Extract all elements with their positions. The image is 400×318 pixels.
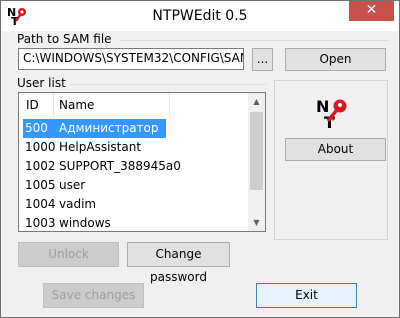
exit-button[interactable]: Exit	[256, 283, 357, 308]
user-name: SUPPORT_388945a0	[59, 159, 181, 173]
column-header-id[interactable]: ID	[26, 98, 39, 112]
user-id: 1005	[25, 178, 56, 192]
user-name: user	[59, 178, 86, 192]
close-button[interactable]: ✕	[349, 1, 394, 21]
user-name: vadim	[59, 197, 97, 211]
app-window: N T NTPWEdit 0.5 ✕ Path to SAM file C:\W…	[0, 0, 400, 318]
user-id: 1002	[25, 159, 56, 173]
user-name: windows	[59, 216, 111, 230]
save-changes-button[interactable]: Save changes	[43, 283, 144, 308]
open-button[interactable]: Open	[285, 48, 386, 71]
user-id: 1000	[25, 140, 56, 154]
list-item[interactable]: 1005 user	[19, 176, 249, 195]
sam-group-divider	[119, 40, 389, 41]
browse-button[interactable]: ...	[252, 48, 273, 71]
user-name: HelpAssistant	[59, 140, 142, 154]
window-title: NTPWEdit 0.5	[152, 8, 248, 24]
close-icon: ✕	[365, 2, 378, 18]
about-button[interactable]: About	[285, 138, 386, 161]
column-separator[interactable]	[169, 93, 170, 117]
user-name: Администратор	[59, 121, 159, 135]
scroll-down-icon[interactable]: ▼	[248, 214, 265, 231]
list-item[interactable]: 500 Администратор	[19, 119, 249, 138]
list-item[interactable]: 1003 windows	[19, 214, 249, 231]
unlock-button[interactable]: Unlock	[18, 242, 119, 267]
scrollbar-thumb[interactable]	[250, 112, 263, 190]
sam-path-input[interactable]: C:\WINDOWS\SYSTEM32\CONFIG\SAM	[18, 48, 244, 70]
user-list[interactable]: ID Name 500 Администратор 1000 HelpAssis…	[18, 92, 266, 232]
change-password-button[interactable]: Change password	[127, 242, 230, 284]
list-header: ID Name	[19, 93, 249, 117]
user-list-label: User list	[17, 76, 66, 90]
sam-path-label: Path to SAM file	[17, 32, 112, 46]
scroll-up-icon[interactable]: ▲	[248, 93, 265, 110]
list-item[interactable]: 1000 HelpAssistant	[19, 138, 249, 157]
ntpwedit-key-logo-icon: N T	[316, 97, 347, 129]
column-header-name[interactable]: Name	[59, 98, 94, 112]
vertical-scrollbar[interactable]: ▲ ▼	[248, 93, 265, 231]
list-item[interactable]: 1002 SUPPORT_388945a0	[19, 157, 249, 176]
list-item[interactable]: 1004 vadim	[19, 195, 249, 214]
column-separator[interactable]	[53, 93, 54, 117]
user-list-divider	[71, 84, 267, 85]
user-id: 1003	[25, 216, 56, 230]
user-id: 500	[25, 121, 48, 135]
title-bar: N T NTPWEdit 0.5 ✕	[1, 1, 399, 31]
user-id: 1004	[25, 197, 56, 211]
